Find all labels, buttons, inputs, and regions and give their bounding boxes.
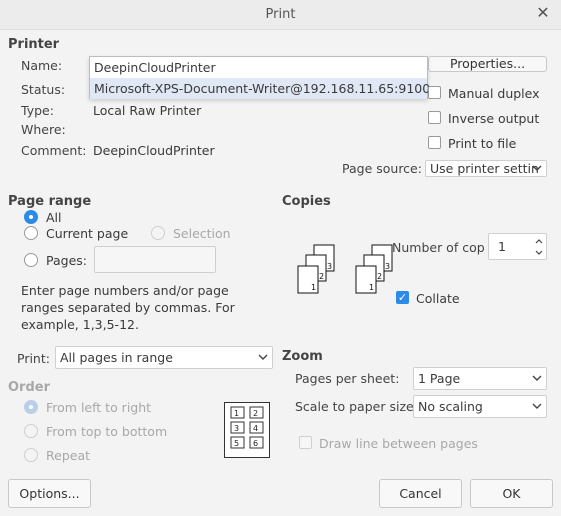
window-title: Print bbox=[265, 7, 296, 22]
name-label: Name: bbox=[21, 58, 63, 73]
pages-per-sheet-select[interactable]: 1 Page bbox=[413, 367, 547, 390]
selection-label: Selection bbox=[173, 226, 231, 241]
left-to-right-label: From left to right bbox=[46, 400, 152, 415]
ok-button[interactable]: OK bbox=[470, 479, 553, 508]
page-range-help: Enter page numbers and/or page ranges se… bbox=[21, 283, 235, 332]
svg-text:1: 1 bbox=[369, 283, 374, 292]
order-heading: Order bbox=[8, 380, 50, 395]
draw-lines-checkbox[interactable] bbox=[299, 436, 312, 449]
pages-per-sheet-label: Pages per sheet: bbox=[295, 371, 400, 386]
top-to-bottom-label: From top to bottom bbox=[46, 424, 168, 439]
copies-heading: Copies bbox=[282, 194, 331, 209]
printer-option-deepin[interactable]: DeepinCloudPrinter bbox=[90, 57, 427, 78]
page-source-label: Page source: bbox=[342, 161, 422, 176]
svg-text:2: 2 bbox=[377, 272, 382, 281]
scale-label: Scale to paper size: bbox=[295, 399, 418, 414]
chevron-down-icon bbox=[532, 403, 542, 409]
print-label: Print: bbox=[17, 351, 50, 366]
chevron-down-icon bbox=[258, 354, 268, 360]
manual-duplex-label: Manual duplex bbox=[448, 86, 540, 101]
page-layout-icon: 1 2 3 4 5 6 bbox=[224, 402, 270, 458]
type-label: Type: bbox=[21, 103, 54, 118]
scale-value: No scaling bbox=[418, 399, 483, 414]
status-label: Status: bbox=[21, 82, 66, 97]
type-value: Local Raw Printer bbox=[93, 103, 202, 118]
print-to-file-label: Print to file bbox=[448, 136, 517, 151]
zoom-heading: Zoom bbox=[282, 349, 323, 364]
top-to-bottom-radio[interactable] bbox=[24, 424, 38, 438]
print-to-file-checkbox[interactable] bbox=[428, 136, 441, 149]
comment-label: Comment: bbox=[21, 143, 87, 158]
copies-value: 1 bbox=[498, 239, 506, 254]
pages-per-sheet-value: 1 Page bbox=[418, 371, 461, 386]
comment-value: DeepinCloudPrinter bbox=[93, 143, 215, 158]
number-of-copies-label: Number of cop bbox=[392, 240, 485, 255]
svg-text:3: 3 bbox=[327, 262, 332, 271]
options-button[interactable]: Options... bbox=[8, 479, 91, 508]
close-icon[interactable]: ✕ bbox=[534, 4, 552, 22]
current-page-radio[interactable] bbox=[24, 226, 38, 240]
properties-button[interactable]: Properties... bbox=[428, 56, 547, 72]
page-source-value: Use printer settin bbox=[430, 161, 539, 176]
svg-text:2: 2 bbox=[253, 409, 258, 418]
printer-name-dropdown[interactable]: DeepinCloudPrinter Microsoft-XPS-Documen… bbox=[89, 56, 430, 99]
current-page-label: Current page bbox=[46, 226, 129, 241]
repeat-radio[interactable] bbox=[24, 448, 38, 462]
collate-label: Collate bbox=[416, 291, 460, 306]
printer-option-xps[interactable]: Microsoft-XPS-Document-Writer@192.168.11… bbox=[90, 78, 430, 99]
manual-duplex-checkbox[interactable] bbox=[428, 86, 441, 99]
copies-spinbox[interactable]: 1 bbox=[488, 233, 547, 260]
svg-text:3: 3 bbox=[234, 424, 239, 433]
all-label: All bbox=[46, 210, 62, 225]
print-select[interactable]: All pages in range bbox=[55, 346, 273, 369]
printer-heading: Printer bbox=[8, 37, 60, 52]
where-label: Where: bbox=[21, 122, 66, 137]
page-range-heading: Page range bbox=[8, 194, 92, 209]
chevron-down-icon bbox=[532, 165, 542, 171]
svg-text:4: 4 bbox=[253, 424, 258, 433]
spin-arrows-icon[interactable] bbox=[533, 236, 545, 258]
print-value: All pages in range bbox=[60, 350, 173, 365]
pages-radio[interactable] bbox=[24, 253, 38, 267]
scale-select[interactable]: No scaling bbox=[413, 395, 547, 418]
left-to-right-radio[interactable] bbox=[24, 400, 38, 414]
svg-text:6: 6 bbox=[253, 439, 258, 448]
chevron-down-icon bbox=[532, 375, 542, 381]
page-source-select[interactable]: Use printer settin bbox=[425, 160, 547, 177]
inverse-output-label: Inverse output bbox=[448, 111, 540, 126]
svg-text:2: 2 bbox=[319, 272, 324, 281]
cancel-button[interactable]: Cancel bbox=[379, 479, 462, 508]
selection-radio[interactable] bbox=[151, 226, 165, 240]
repeat-label: Repeat bbox=[46, 448, 91, 463]
draw-lines-label: Draw line between pages bbox=[319, 436, 478, 451]
svg-text:5: 5 bbox=[234, 439, 239, 448]
pages-input[interactable] bbox=[94, 246, 216, 273]
svg-text:1: 1 bbox=[234, 409, 239, 418]
svg-text:1: 1 bbox=[311, 283, 316, 292]
inverse-output-checkbox[interactable] bbox=[428, 111, 441, 124]
svg-text:3: 3 bbox=[385, 262, 390, 271]
pages-label: Pages: bbox=[46, 253, 87, 268]
all-radio[interactable] bbox=[24, 210, 38, 224]
collate-checkbox[interactable]: ✓ bbox=[396, 291, 409, 304]
